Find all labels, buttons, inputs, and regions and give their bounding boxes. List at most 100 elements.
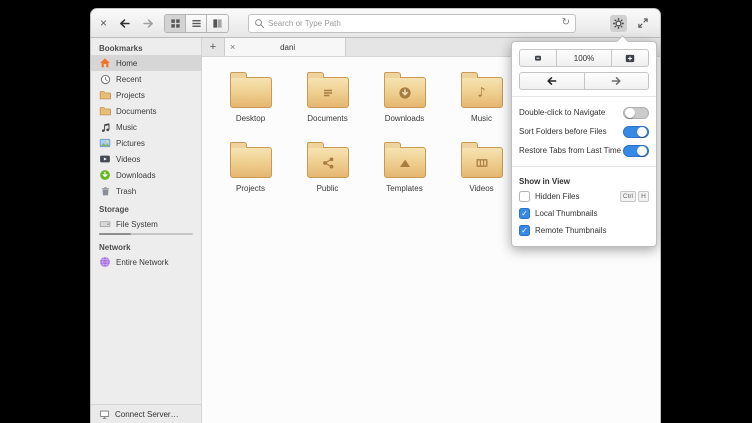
sidebar-item-file-system[interactable]: File System: [91, 216, 201, 232]
zoom-control: 100%: [519, 49, 649, 67]
music-note-emblem-icon: ♪: [477, 85, 486, 100]
sidebar-item-label: Documents: [116, 106, 157, 116]
sidebar-item-label: Music: [116, 122, 137, 132]
download-arrow-emblem-icon: [398, 86, 412, 100]
undo-button[interactable]: [519, 72, 585, 90]
local-thumbnails-checkbox[interactable]: ✓: [519, 208, 530, 219]
sort-folders-toggle[interactable]: [623, 125, 649, 138]
sidebar-section-bookmarks-title: Bookmarks: [99, 44, 143, 53]
back-button[interactable]: [116, 15, 133, 32]
trash-icon: [99, 185, 111, 197]
hidden-files-checkbox[interactable]: [519, 191, 530, 202]
gear-icon: [613, 17, 624, 29]
video-icon: [99, 153, 111, 165]
sidebar-item-recent[interactable]: Recent: [91, 71, 201, 87]
sidebar: Bookmarks Home Recent Projects Documents…: [90, 38, 202, 423]
undo-redo-control: [519, 72, 649, 90]
tab-dani[interactable]: × dani: [224, 38, 346, 56]
redo-arrow-icon: [611, 77, 621, 85]
zoom-level-button[interactable]: 100%: [556, 49, 612, 67]
search-icon: [254, 18, 265, 29]
folder-desktop[interactable]: Desktop: [212, 71, 289, 123]
file-label: Projects: [236, 184, 265, 193]
clock-icon: [99, 73, 111, 85]
file-label: Templates: [386, 184, 423, 193]
sidebar-section-network-title: Network: [99, 243, 131, 252]
window-close-button[interactable]: ×: [100, 17, 107, 29]
filmstrip-emblem-icon: [475, 156, 489, 170]
folder-documents[interactable]: Documents: [289, 71, 366, 123]
column-view-button[interactable]: [207, 14, 229, 32]
sidebar-item-pictures[interactable]: Pictures: [91, 135, 201, 151]
restore-tabs-toggle[interactable]: [623, 144, 649, 157]
search-bar[interactable]: ↻: [248, 13, 577, 33]
music-note-icon: [99, 121, 111, 133]
zoom-in-button[interactable]: [611, 49, 649, 67]
sidebar-item-label: Recent: [116, 74, 142, 84]
setting-row-double-click: Double-click to Navigate: [519, 103, 649, 122]
folder-public[interactable]: Public: [289, 141, 366, 193]
list-view-button[interactable]: [186, 14, 208, 32]
connect-server-button[interactable]: Connect Server…: [91, 404, 201, 423]
sidebar-item-trash[interactable]: Trash: [91, 183, 201, 199]
connect-server-label: Connect Server…: [115, 409, 179, 419]
forward-arrow-icon: [143, 18, 153, 28]
fullscreen-button[interactable]: [634, 15, 651, 32]
picture-icon: [99, 137, 111, 149]
zoom-out-button[interactable]: [519, 49, 557, 67]
storage-usage-bar: [99, 233, 193, 235]
folder-downloads[interactable]: Downloads: [366, 71, 443, 123]
settings-gear-button[interactable]: [610, 14, 627, 32]
setting-row-sort-folders: Sort Folders before Files: [519, 122, 649, 141]
list-view-icon: [191, 19, 201, 27]
grid-view-button[interactable]: [165, 14, 187, 32]
keycap-ctrl: Ctrl: [619, 191, 636, 202]
sidebar-item-documents[interactable]: Documents: [91, 103, 201, 119]
storage-usage-fill: [99, 233, 131, 235]
sidebar-item-music[interactable]: Music: [91, 119, 201, 135]
folder-music[interactable]: ♪ Music: [443, 71, 520, 123]
undo-arrow-icon: [547, 77, 557, 85]
home-icon: [99, 57, 111, 69]
setting-label: Double-click to Navigate: [519, 108, 606, 117]
file-manager-window: × ↻: [90, 8, 661, 423]
forward-button[interactable]: [140, 15, 157, 32]
setting-row-local-thumbnails: ✓ Local Thumbnails: [519, 205, 649, 222]
tab-title: dani: [280, 42, 296, 52]
file-label: Music: [471, 114, 492, 123]
folder-icon: [383, 142, 426, 178]
setting-row-hidden-files: Hidden Files Ctrl H: [519, 188, 649, 205]
redo-button[interactable]: [583, 72, 649, 90]
download-circle-icon: [99, 169, 111, 181]
folder-icon: [306, 142, 349, 178]
setting-label: Remote Thumbnails: [535, 226, 607, 235]
refresh-icon[interactable]: ↻: [562, 18, 570, 28]
sidebar-item-projects[interactable]: Projects: [91, 87, 201, 103]
sidebar-item-videos[interactable]: Videos: [91, 151, 201, 167]
new-tab-button[interactable]: +: [202, 38, 224, 56]
double-click-toggle[interactable]: [623, 106, 649, 119]
folder-icon: [383, 72, 426, 108]
sidebar-item-label: Projects: [116, 90, 145, 100]
share-nodes-emblem-icon: [321, 156, 335, 170]
folder-icon: [306, 72, 349, 108]
setting-label: Hidden Files: [535, 192, 580, 201]
remote-thumbnails-checkbox[interactable]: ✓: [519, 225, 530, 236]
folder-videos[interactable]: Videos: [443, 141, 520, 193]
search-input[interactable]: [268, 18, 559, 28]
folder-projects[interactable]: Projects: [212, 141, 289, 193]
folder-icon: [99, 105, 111, 117]
file-label: Videos: [469, 184, 494, 193]
sidebar-item-downloads[interactable]: Downloads: [91, 167, 201, 183]
setting-label: Local Thumbnails: [535, 209, 598, 218]
keycap-h: H: [638, 191, 649, 202]
sidebar-item-entire-network[interactable]: Entire Network: [91, 254, 201, 270]
setting-label: Restore Tabs from Last Time: [519, 146, 622, 155]
folder-templates[interactable]: Templates: [366, 141, 443, 193]
file-label: Desktop: [235, 114, 266, 123]
file-label: Downloads: [384, 114, 425, 123]
sidebar-item-home[interactable]: Home: [91, 55, 201, 71]
setting-row-remote-thumbnails: ✓ Remote Thumbnails: [519, 222, 649, 239]
sidebar-item-label: File System: [116, 219, 158, 229]
view-switcher: [164, 13, 230, 33]
